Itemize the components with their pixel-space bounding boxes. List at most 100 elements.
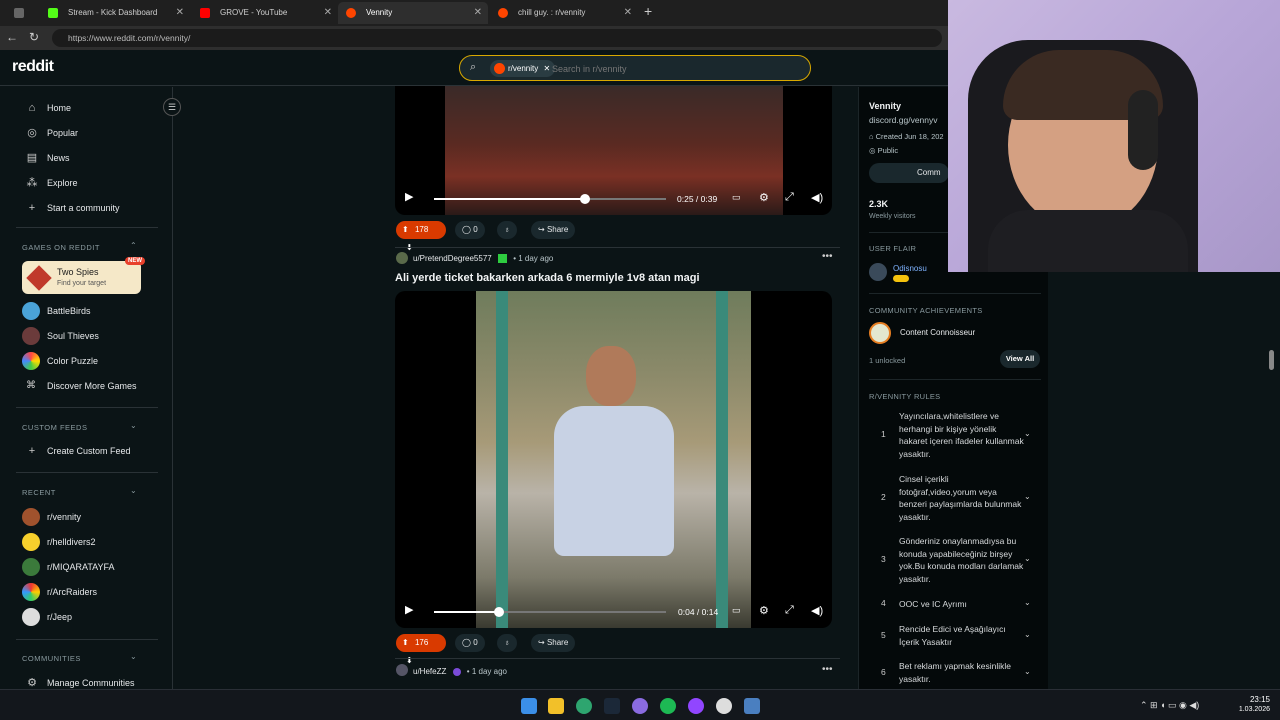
progress-bar[interactable] xyxy=(434,607,666,617)
progress-bar[interactable] xyxy=(434,194,666,204)
back-icon[interactable]: ← xyxy=(4,30,20,44)
manage-communities[interactable]: ⚙ Manage Communities xyxy=(24,673,134,689)
nav-home[interactable]: ⌂ Home xyxy=(24,98,71,118)
progress-handle[interactable] xyxy=(493,607,504,617)
more-options-icon[interactable]: ••• xyxy=(822,664,833,675)
page-scrollbar[interactable] xyxy=(1269,350,1274,370)
spotify-icon[interactable] xyxy=(660,698,676,714)
chevron-down-icon[interactable]: ⌄ xyxy=(1024,492,1031,501)
comments-button[interactable]: ◯ 0 xyxy=(455,221,485,239)
comments-button[interactable]: ◯ 0 xyxy=(455,634,485,652)
clock-time[interactable]: 23:15 xyxy=(1228,695,1270,704)
search-scope-chip[interactable]: r/vennity ✕ xyxy=(490,60,556,77)
create-custom-feed[interactable]: + Create Custom Feed xyxy=(24,441,131,461)
tab-youtube[interactable]: GROVE - YouTube ✕ xyxy=(192,2,338,24)
discover-more-games[interactable]: ⌘ Discover More Games xyxy=(22,376,137,396)
post-title[interactable]: Ali yerde ticket bakarken arkada 6 mermi… xyxy=(395,272,700,284)
upvote-icon[interactable]: ⬆ xyxy=(402,638,409,647)
progress-handle[interactable] xyxy=(579,194,590,204)
vote-control[interactable]: ⬆ 176 ⬇ xyxy=(396,634,446,665)
settings-icon[interactable]: ⚙ xyxy=(759,191,769,204)
volume-icon[interactable]: ◀) xyxy=(811,604,823,617)
app-icon[interactable] xyxy=(744,698,760,714)
share-button[interactable]: ↪ Share xyxy=(531,221,576,239)
upvote-icon[interactable]: ⬆ xyxy=(402,225,409,234)
vote-control[interactable]: ⬆ 178 ⬇ xyxy=(396,221,446,252)
captions-icon[interactable]: ▭ xyxy=(732,192,741,203)
close-icon[interactable]: ✕ xyxy=(176,2,184,24)
recent-helldivers2[interactable]: r/helldivers2 xyxy=(22,532,96,552)
game-soul-thieves[interactable]: Soul Thieves xyxy=(22,326,99,346)
tab-chill-guy[interactable]: chill guy. : r/vennity ✕ xyxy=(490,2,638,24)
chevron-down-icon[interactable]: ⌄ xyxy=(1024,630,1031,639)
share-button[interactable]: ↪ Share xyxy=(531,634,576,652)
close-icon[interactable]: ✕ xyxy=(324,2,332,24)
rule-item[interactable]: 5 Rencide Edici ve Aşağılayıcı İçerik Ya… xyxy=(869,622,1041,652)
more-options-icon[interactable]: ••• xyxy=(822,251,833,262)
steam-icon[interactable] xyxy=(604,698,620,714)
app-icon[interactable] xyxy=(632,698,648,714)
system-tray-icons[interactable]: ⌃ ⊞ ◖ ▭ ◉ ◀) xyxy=(1140,700,1199,711)
new-tab-button[interactable]: + xyxy=(644,3,652,19)
flair-name[interactable]: Odisnosu xyxy=(893,264,927,273)
nav-explore[interactable]: ⁂ Explore xyxy=(24,173,78,193)
reload-icon[interactable]: ↻ xyxy=(26,30,42,44)
volume-icon[interactable]: ◀) xyxy=(811,191,823,204)
rule-item[interactable]: 1 Yayıncılara,whitelistlere ve herhangi … xyxy=(869,409,1041,459)
nav-popular[interactable]: ◎ Popular xyxy=(24,123,78,143)
reddit-logo[interactable]: reddit xyxy=(12,58,54,76)
search-input[interactable] xyxy=(552,60,792,77)
rule-item[interactable]: 2 Cinsel içerikli fotoğraf,video,yorum v… xyxy=(869,472,1041,522)
settings-icon[interactable]: ⚙ xyxy=(759,604,769,617)
tab-kick[interactable]: Stream - Kick Dashboard ✕ xyxy=(40,2,190,24)
tab-vennity[interactable]: Vennity ✕ xyxy=(338,2,488,24)
game-color-puzzle[interactable]: Color Puzzle xyxy=(22,351,98,371)
clock-date[interactable]: 1.03.2026 xyxy=(1228,706,1270,713)
tab-pinned[interactable] xyxy=(6,2,36,24)
award-button[interactable]: ♁ xyxy=(497,634,517,652)
chevron-down-icon[interactable]: ⌄ xyxy=(130,652,137,661)
chevron-down-icon[interactable]: ⌄ xyxy=(130,486,137,495)
chevron-down-icon[interactable]: ⌄ xyxy=(1024,667,1031,676)
post-author[interactable]: u/PretendDegree5577 xyxy=(413,254,492,263)
rule-item[interactable]: 6 Bet reklamı yapmak kesinlikle yasaktır… xyxy=(869,659,1041,687)
close-icon[interactable]: ✕ xyxy=(474,2,482,24)
file-explorer-icon[interactable] xyxy=(548,698,564,714)
chevron-up-icon[interactable]: ⌃ xyxy=(130,241,137,250)
fullscreen-icon[interactable]: ⤢ xyxy=(785,191,794,204)
play-icon[interactable]: ▶ xyxy=(405,603,413,616)
chrome-icon[interactable] xyxy=(716,698,732,714)
recent-arcraiders[interactable]: r/ArcRaiders xyxy=(22,582,97,602)
rule-item[interactable]: 3 Gönderiniz onaylanmadıysa bu konuda ya… xyxy=(869,534,1041,584)
chip-close-icon[interactable]: ✕ xyxy=(543,64,550,73)
view-all-button[interactable]: View All xyxy=(1000,350,1040,368)
edge-browser-icon[interactable] xyxy=(576,698,592,714)
post-author[interactable]: u/HefeZZ xyxy=(413,667,446,676)
close-icon[interactable]: ✕ xyxy=(624,2,632,24)
game-battlebirds[interactable]: BattleBirds xyxy=(22,301,91,321)
video-player[interactable]: ▶ 0:04 / 0:14 ▭ ⚙ ⤢ ◀) xyxy=(395,291,832,628)
user-avatar[interactable] xyxy=(396,252,408,264)
video-player[interactable]: ▶ 0:25 / 0:39 ▭ ⚙ ⤢ ◀) xyxy=(395,86,832,215)
chevron-down-icon[interactable]: ⌄ xyxy=(1024,598,1031,607)
recent-jeep[interactable]: r/Jeep xyxy=(22,607,72,627)
rule-item[interactable]: 4 OOC ve IC Ayrımı ⌄ xyxy=(869,597,1041,617)
community-guide-button[interactable]: Comm xyxy=(869,163,949,183)
play-icon[interactable]: ▶ xyxy=(405,190,413,203)
recent-vennity[interactable]: r/vennity xyxy=(22,507,81,527)
nav-news[interactable]: ▤ News xyxy=(24,148,70,168)
nav-start-community[interactable]: + Start a community xyxy=(24,198,120,218)
chevron-down-icon[interactable]: ⌄ xyxy=(130,421,137,430)
two-spies-card[interactable]: Two Spies Find your target NEW xyxy=(22,257,145,294)
community-link[interactable]: discord.gg/vennyv xyxy=(869,115,938,125)
windows-start-icon[interactable] xyxy=(521,698,537,714)
recent-miqaratayfa[interactable]: r/MIQARATAYFA xyxy=(22,557,115,577)
url-field[interactable]: https://www.reddit.com/r/vennity/ xyxy=(52,29,942,47)
award-button[interactable]: ♁ xyxy=(497,221,517,239)
chevron-down-icon[interactable]: ⌄ xyxy=(1024,554,1031,563)
fullscreen-icon[interactable]: ⤢ xyxy=(785,604,794,617)
collapse-sidebar-button[interactable]: ☰ xyxy=(163,98,181,116)
chevron-down-icon[interactable]: ⌄ xyxy=(1024,429,1031,438)
search-bar[interactable]: ⌕ r/vennity ✕ xyxy=(459,55,811,81)
twitch-icon[interactable] xyxy=(688,698,704,714)
